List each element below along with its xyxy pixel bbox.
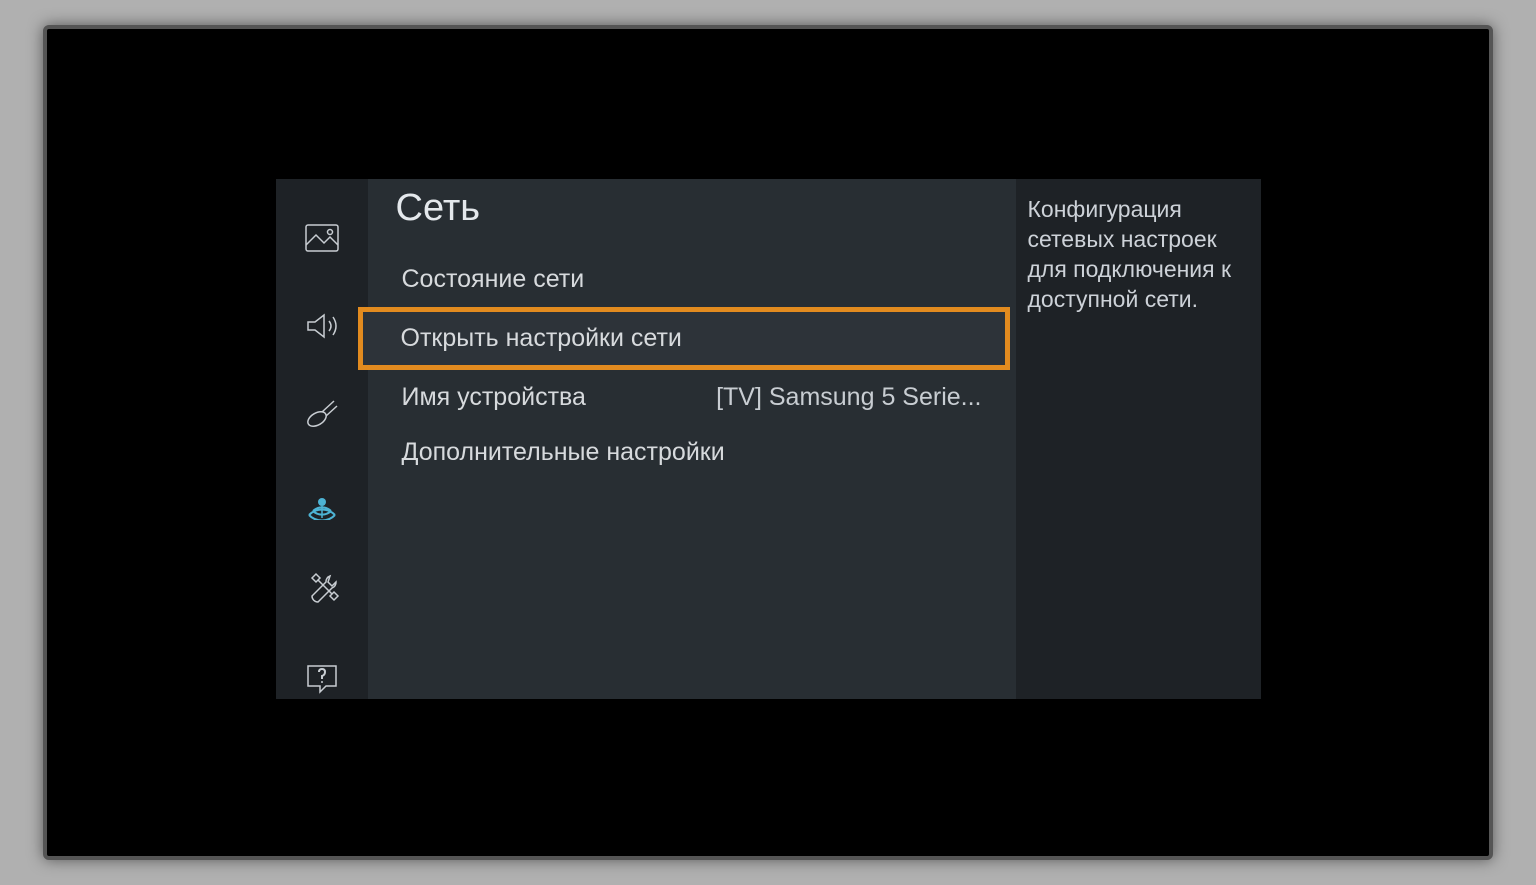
description-text: Конфигурация сетевых настроек для подклю… [1028, 195, 1243, 315]
menu-item-device-name[interactable]: Имя устройства [TV] Samsung 5 Serie... [392, 370, 992, 425]
broadcast-icon[interactable] [303, 395, 341, 433]
page-title: Сеть [396, 187, 992, 230]
menu-item-label: Имя устройства [402, 383, 586, 412]
picture-icon[interactable] [303, 219, 341, 257]
sound-icon[interactable] [303, 307, 341, 345]
sidebar [276, 179, 368, 699]
support-icon[interactable] [303, 659, 341, 697]
menu-item-advanced-settings[interactable]: Дополнительные настройки [392, 425, 992, 480]
tv-screen: Сеть Состояние сети Открыть настройки се… [276, 179, 1261, 699]
menu-item-label: Состояние сети [402, 265, 585, 294]
main-content: Сеть Состояние сети Открыть настройки се… [368, 179, 1016, 699]
tools-icon[interactable] [303, 571, 341, 609]
menu-item-open-network-settings[interactable]: Открыть настройки сети [358, 307, 1010, 370]
network-icon[interactable] [303, 483, 341, 521]
menu-item-label: Дополнительные настройки [402, 438, 725, 467]
description-panel: Конфигурация сетевых настроек для подклю… [1016, 179, 1261, 699]
tv-frame: Сеть Состояние сети Открыть настройки се… [43, 25, 1493, 860]
menu-item-label: Открыть настройки сети [401, 324, 682, 353]
menu-item-network-status[interactable]: Состояние сети [392, 252, 992, 307]
menu-item-value: [TV] Samsung 5 Serie... [716, 383, 981, 412]
